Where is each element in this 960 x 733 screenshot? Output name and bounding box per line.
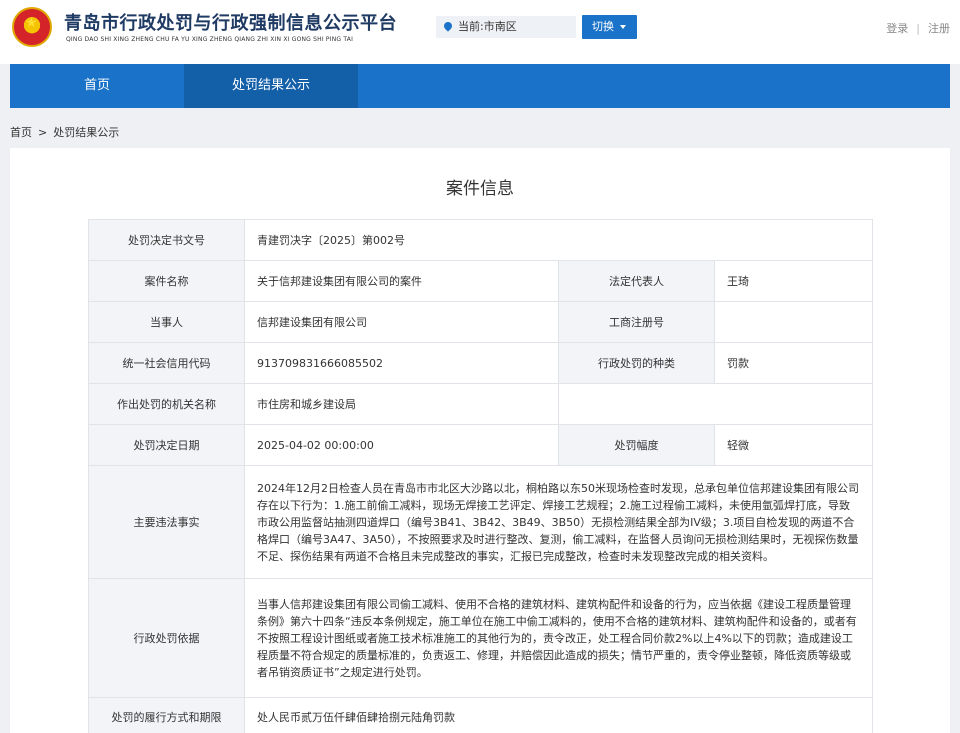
register-link[interactable]: 注册	[928, 22, 950, 35]
auth-separator: |	[916, 22, 920, 35]
page-title: 案件信息	[446, 179, 514, 199]
case-name-value: 关于信邦建设集团有限公司的案件	[244, 260, 559, 302]
site-header: 青岛市行政处罚与行政强制信息公示平台 QING DAO SHI XING ZHE…	[0, 0, 960, 64]
decision-no-label: 处罚决定书文号	[88, 219, 245, 261]
table-row: 当事人 信邦建设集团有限公司 工商注册号	[88, 301, 874, 343]
table-row: 行政处罚依据 当事人信邦建设集团有限公司偷工减料、使用不合格的建筑材料、建筑构配…	[88, 578, 874, 698]
party-label: 当事人	[88, 301, 245, 343]
location-label: 当前:市南区	[458, 20, 517, 33]
penalty-range-label: 处罚幅度	[558, 424, 715, 466]
table-row: 处罚的履行方式和期限 处人民币贰万伍仟肆佰肆拾捌元陆角罚款	[88, 697, 874, 733]
current-location: 当前:市南区	[436, 16, 576, 38]
nav-item-penalty-results[interactable]: 处罚结果公示	[184, 64, 358, 108]
auth-links: 登录 | 注册	[886, 20, 950, 36]
breadcrumb: 首页 > 处罚结果公示	[10, 124, 119, 140]
authority-value: 市住房和城乡建设局	[244, 383, 559, 425]
basis-label: 行政处罚依据	[88, 578, 245, 698]
facts-label: 主要违法事实	[88, 465, 245, 579]
penalty-type-label: 行政处罚的种类	[558, 342, 715, 384]
decision-no-value: 青建罚决字〔2025〕第002号	[243, 219, 874, 261]
case-name-label: 案件名称	[88, 260, 245, 302]
table-row: 处罚决定日期 2025-04-02 00:00:00 处罚幅度 轻微	[88, 424, 874, 466]
table-row: 作出处罚的机关名称 市住房和城乡建设局	[88, 383, 874, 425]
penalty-range-value: 轻微	[713, 424, 874, 466]
penalty-type-value: 罚款	[713, 342, 874, 384]
execution-label: 处罚的履行方式和期限	[88, 697, 245, 733]
legal-rep-value: 王琦	[713, 260, 874, 302]
site-subtitle: QING DAO SHI XING ZHENG CHU FA YU XING Z…	[66, 36, 354, 43]
facts-value: 2024年12月2日检查人员在青岛市市北区大沙路以北，桐柏路以东50米现场检查时…	[243, 465, 874, 579]
main-nav: 首页 处罚结果公示	[10, 64, 950, 108]
legal-rep-label: 法定代表人	[558, 260, 715, 302]
nav-item-home[interactable]: 首页	[10, 64, 184, 108]
execution-value: 处人民币贰万伍仟肆佰肆拾捌元陆角罚款	[243, 697, 874, 733]
case-info-table: 处罚决定书文号 青建罚决字〔2025〕第002号 案件名称 关于信邦建设集团有限…	[88, 219, 874, 733]
table-row: 案件名称 关于信邦建设集团有限公司的案件 法定代表人 王琦	[88, 260, 874, 302]
breadcrumb-separator: >	[38, 126, 48, 139]
decision-date-label: 处罚决定日期	[88, 424, 245, 466]
decision-date-value: 2025-04-02 00:00:00	[244, 424, 559, 466]
basis-value: 当事人信邦建设集团有限公司偷工减料、使用不合格的建筑材料、建筑构配件和设备的行为…	[243, 578, 874, 698]
table-row: 统一社会信用代码 913709831666085502 行政处罚的种类 罚款	[88, 342, 874, 384]
login-link[interactable]: 登录	[886, 22, 908, 35]
chevron-down-icon	[620, 25, 626, 29]
breadcrumb-home[interactable]: 首页	[10, 126, 32, 139]
credit-code-value: 913709831666085502	[244, 342, 559, 384]
site-title: 青岛市行政处罚与行政强制信息公示平台	[64, 13, 397, 34]
authority-label: 作出处罚的机关名称	[88, 383, 245, 425]
emblem-logo	[12, 7, 52, 47]
switch-region-button[interactable]: 切换	[582, 15, 637, 39]
case-info-panel: 案件信息 处罚决定书文号 青建罚决字〔2025〕第002号 案件名称 关于信邦建…	[10, 148, 950, 733]
biz-reg-no-value	[713, 301, 874, 343]
switch-label: 切换	[592, 20, 614, 33]
location-pin-icon	[442, 20, 454, 32]
biz-reg-no-label: 工商注册号	[558, 301, 715, 343]
credit-code-label: 统一社会信用代码	[88, 342, 245, 384]
party-value: 信邦建设集团有限公司	[244, 301, 559, 343]
table-row: 处罚决定书文号 青建罚决字〔2025〕第002号	[88, 219, 874, 261]
breadcrumb-current: 处罚结果公示	[53, 126, 120, 139]
empty-cell	[557, 383, 874, 425]
table-row: 主要违法事实 2024年12月2日检查人员在青岛市市北区大沙路以北，桐柏路以东5…	[88, 465, 874, 579]
